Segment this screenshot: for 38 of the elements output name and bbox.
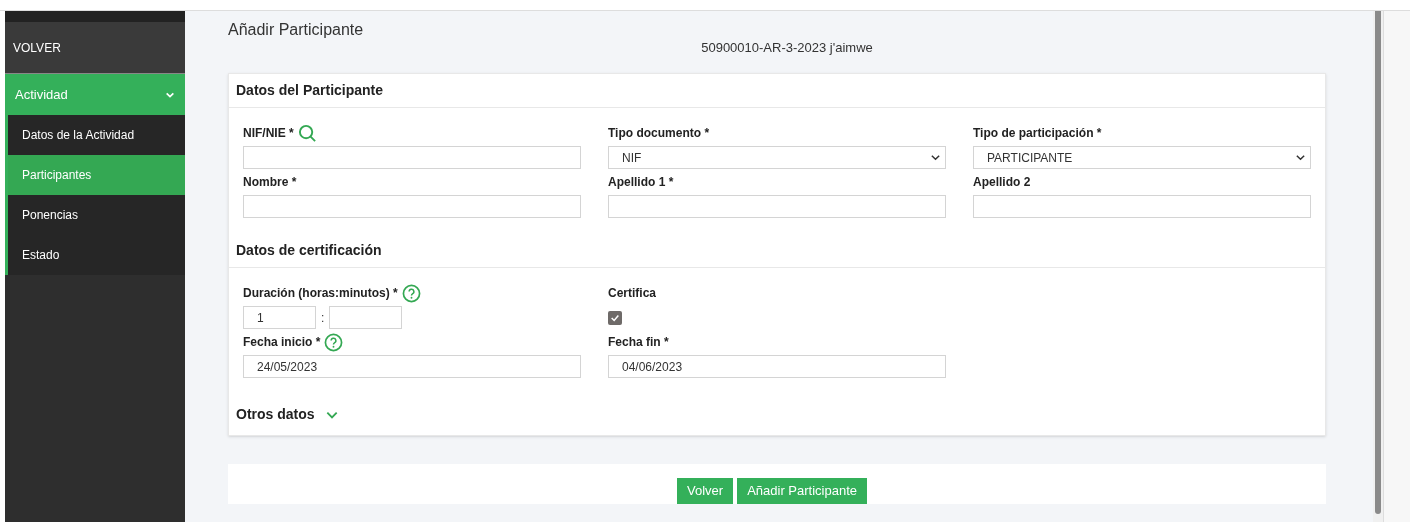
time-separator: : (321, 309, 325, 327)
input-field[interactable]: 24/05/2023 (243, 355, 581, 378)
sidebar-item[interactable]: Ponencias (8, 195, 185, 235)
help-icon[interactable] (324, 332, 344, 352)
input-field[interactable] (973, 195, 1311, 218)
section-toggle[interactable]: Otros datos (236, 404, 339, 425)
select-field[interactable]: PARTICIPANTE (973, 146, 1311, 169)
input-field[interactable] (329, 306, 403, 329)
section-heading: Datos de certificación (236, 241, 382, 260)
chevron-down-icon (930, 152, 941, 163)
field-label: Fecha fin * (608, 334, 669, 351)
field-label: Duración (horas:minutos) * (243, 285, 398, 302)
checkmark-icon (610, 312, 620, 323)
field-label: Nombre * (243, 174, 297, 191)
search-icon[interactable] (297, 123, 317, 143)
scrollbar-thumb[interactable] (1375, 11, 1381, 514)
field-label: NIF/NIE * (243, 125, 294, 142)
input-field[interactable] (608, 195, 946, 218)
field-label: Apellido 2 (973, 174, 1031, 191)
sidebar-item[interactable]: Estado (8, 235, 185, 275)
section-heading: Datos del Participante (236, 81, 384, 100)
select-field[interactable]: NIF (608, 146, 946, 169)
sidebar-item[interactable]: Datos de la Actividad (8, 115, 185, 155)
record-code: 50900010-AR-3-2023 j'aimwe (701, 40, 873, 55)
field-label: Tipo de participación * (973, 125, 1102, 142)
input-field[interactable]: 04/06/2023 (608, 355, 946, 378)
input-field[interactable] (243, 195, 581, 218)
field-label: Certifica (608, 285, 657, 302)
page-title: Añadir Participante (228, 21, 364, 38)
back-link[interactable]: VOLVER (5, 22, 185, 73)
chevron-down-icon (1295, 152, 1306, 163)
field-label: Fecha inicio * (243, 334, 321, 351)
checkbox[interactable] (608, 310, 622, 325)
help-icon[interactable] (401, 283, 421, 303)
input-field[interactable] (243, 146, 581, 169)
input-field[interactable]: 1 (243, 306, 316, 329)
field-label: Apellido 1 * (608, 174, 674, 191)
field-label: Tipo documento * (608, 125, 710, 142)
